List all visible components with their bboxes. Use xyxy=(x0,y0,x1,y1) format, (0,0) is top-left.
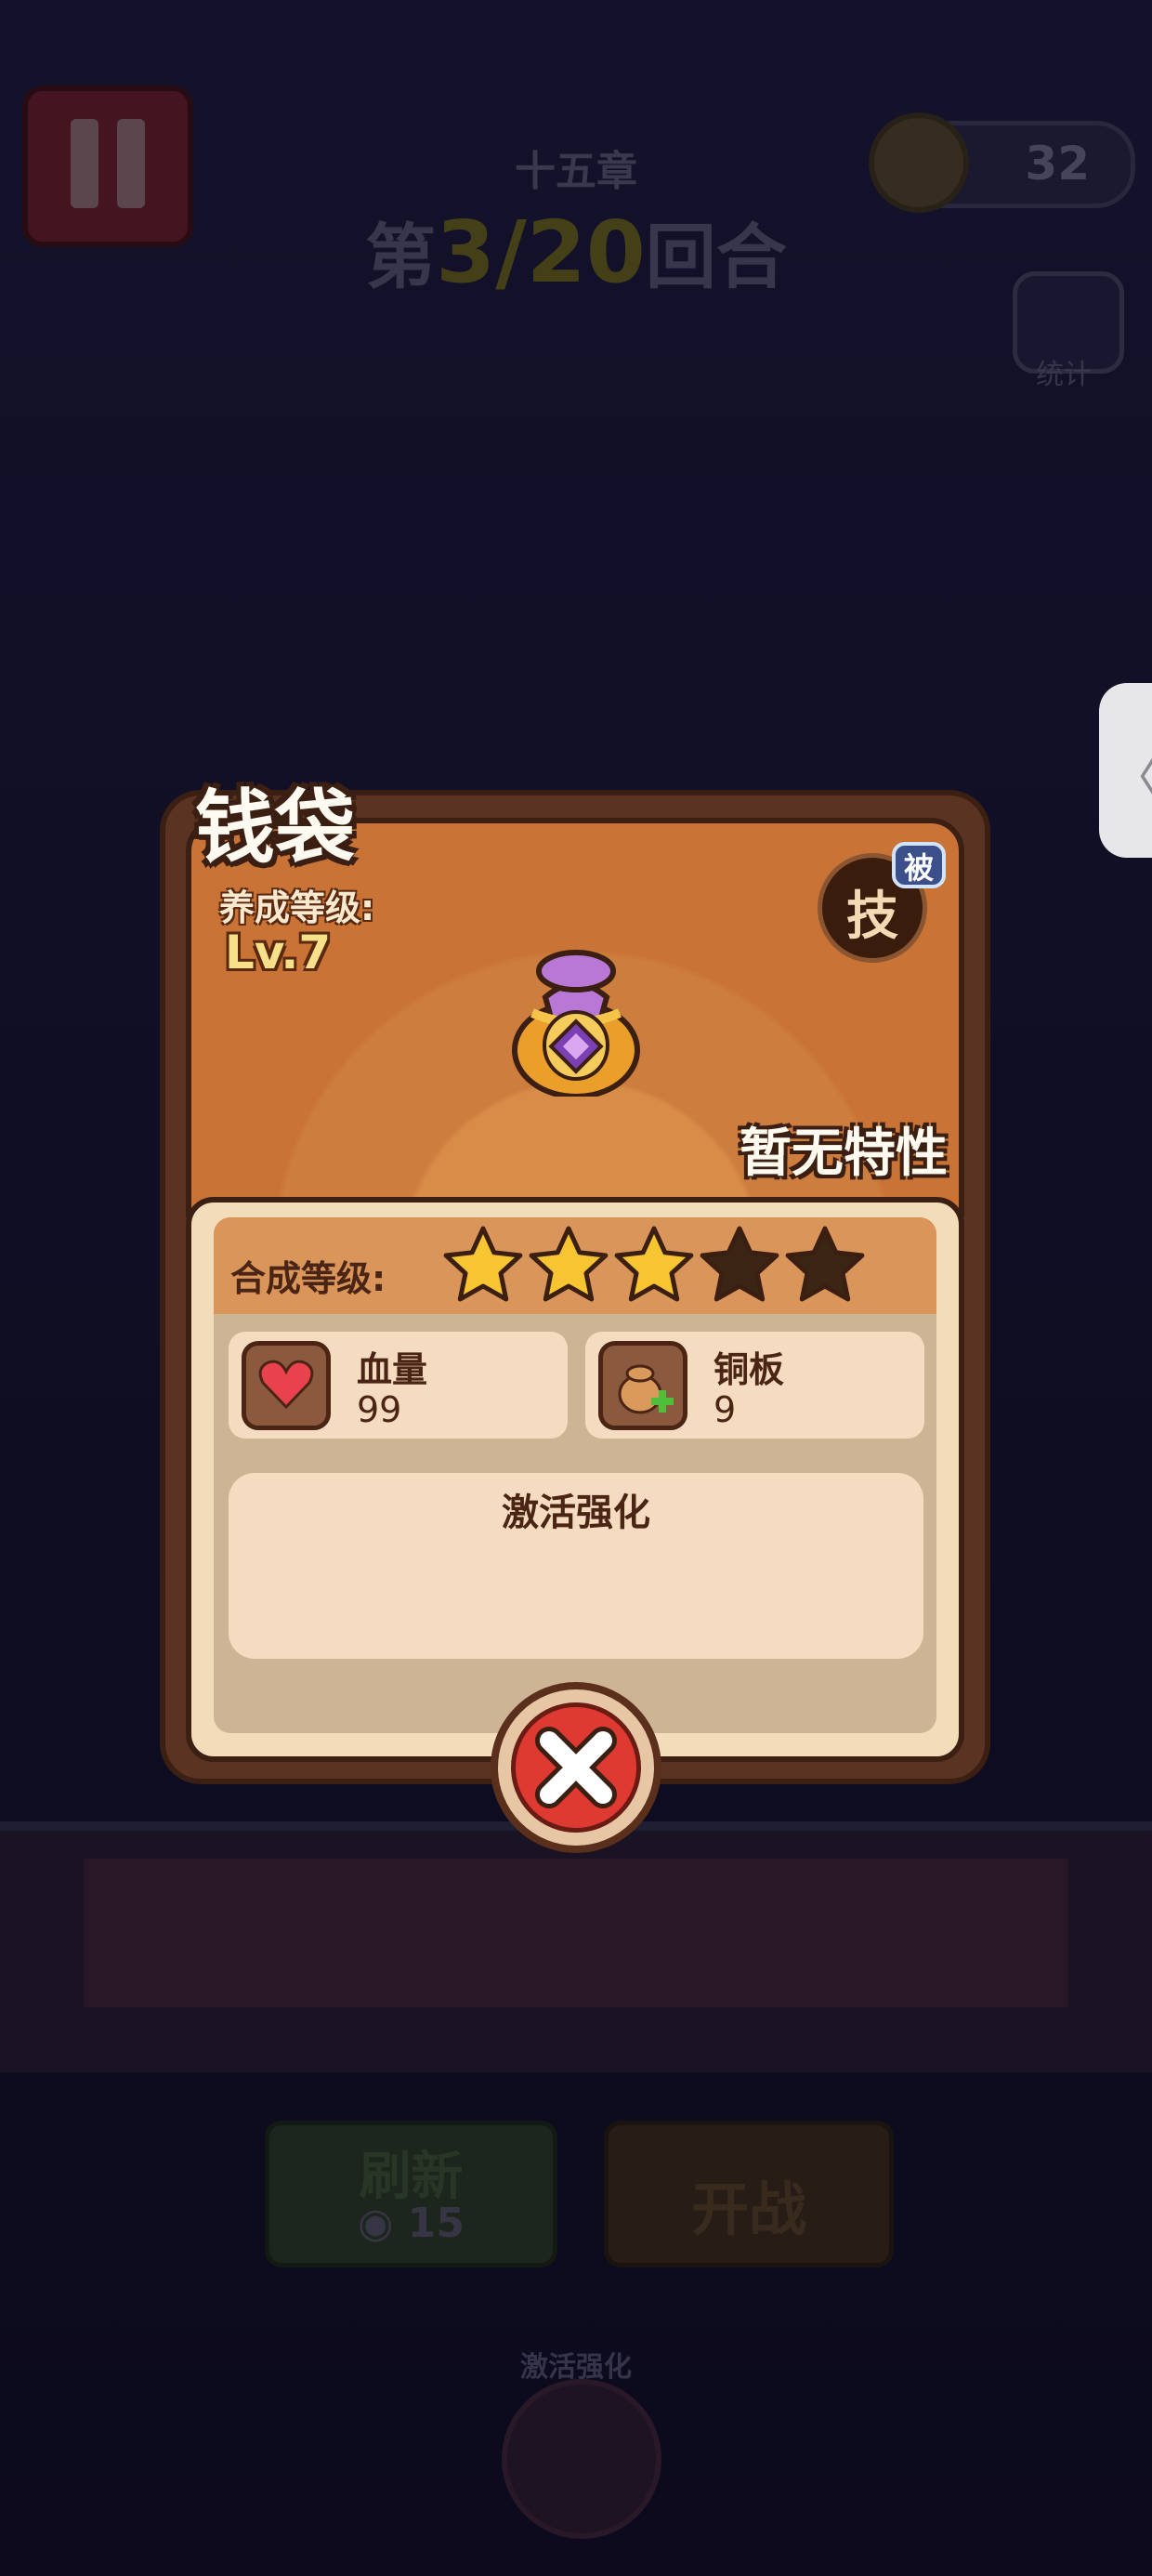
chevron-left-icon: 〈 xyxy=(1112,739,1152,808)
round-current: 3 xyxy=(436,203,496,302)
stats-label: 统计 xyxy=(1036,359,1092,391)
round-prefix: 第 xyxy=(365,216,437,298)
coin-counter: 32 xyxy=(869,112,1135,213)
stat-hp-value: 99 xyxy=(357,1389,402,1430)
money-bag-icon xyxy=(512,950,640,1097)
refresh-cost: ◉ 15 xyxy=(358,2200,465,2247)
stat-coin-name: 铜板 xyxy=(713,1349,785,1390)
pause-icon-bar xyxy=(117,119,145,208)
level-label: 养成等级: xyxy=(219,887,375,928)
passive-badge: 被 xyxy=(892,842,946,888)
start-battle-button[interactable]: 开战 xyxy=(604,2121,894,2267)
heart-icon xyxy=(242,1341,331,1430)
stat-hp-box: 血量 99 xyxy=(229,1332,568,1439)
refresh-button[interactable]: 刷新 ◉ 15 xyxy=(265,2121,557,2267)
stat-coin-value: 9 xyxy=(713,1389,737,1430)
coin-bag-plus-icon xyxy=(598,1341,687,1430)
merge-level-label: 合成等级: xyxy=(230,1258,386,1299)
enhance-shortcut-button[interactable] xyxy=(502,2379,661,2539)
star-empty-icon xyxy=(785,1226,865,1302)
round-total: 20 xyxy=(526,203,646,302)
star-filled-icon xyxy=(443,1226,523,1302)
level-value: Lv.7 xyxy=(225,926,332,979)
stat-hp-name: 血量 xyxy=(357,1349,428,1390)
chapter-title: 十五章 xyxy=(515,148,637,195)
refresh-label: 刷新 xyxy=(359,2147,464,2207)
side-drawer-tab[interactable]: 〈 xyxy=(1099,683,1152,858)
enhance-title: 激活强化 xyxy=(502,1492,650,1534)
stat-coin-box: 铜板 9 xyxy=(585,1332,924,1439)
close-icon xyxy=(535,1727,617,1808)
item-title: 钱袋 xyxy=(195,782,355,874)
round-suffix: 回合 xyxy=(645,216,787,298)
battle-label: 开战 xyxy=(690,2175,806,2243)
star-filled-icon xyxy=(529,1226,609,1302)
star-filled-icon xyxy=(614,1226,694,1302)
merge-stars xyxy=(443,1226,865,1302)
round-counter: 第3/20回合 xyxy=(365,203,787,302)
trait-text: 暂无特性 xyxy=(740,1124,948,1184)
close-button[interactable] xyxy=(491,1682,661,1853)
pause-icon xyxy=(71,119,98,208)
stage-mat xyxy=(84,1859,1068,2007)
pause-button[interactable] xyxy=(22,85,193,247)
close-icon-bg xyxy=(511,1702,641,1833)
coin-icon xyxy=(869,112,969,213)
star-empty-icon xyxy=(700,1226,779,1302)
coin-count: 32 xyxy=(1025,137,1090,191)
